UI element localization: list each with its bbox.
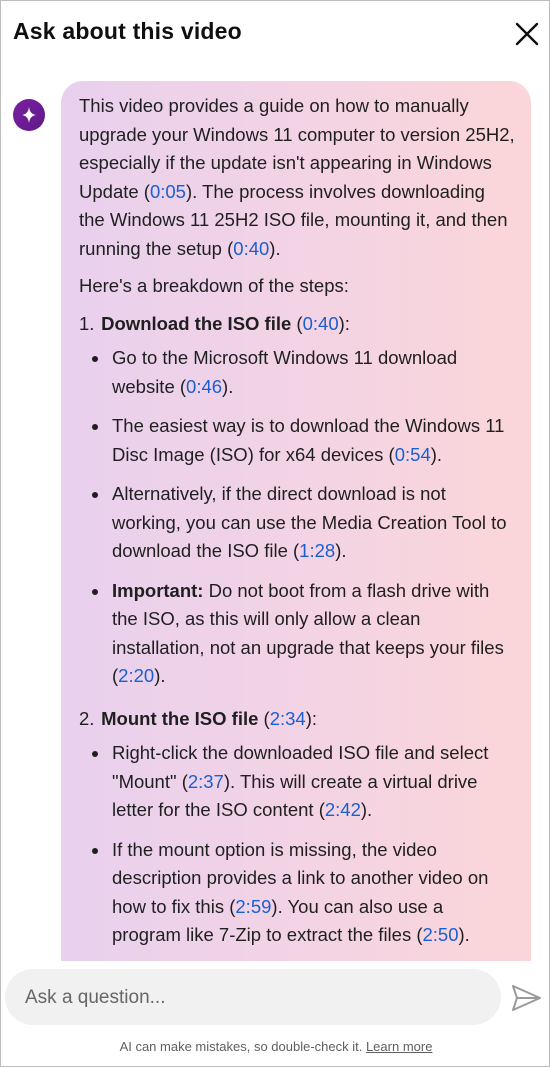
bullet-text: ). (430, 443, 443, 465)
timestamp-link[interactable]: 0:05 (150, 181, 186, 202)
gemini-avatar-icon (13, 99, 45, 131)
bullet-text: ). (335, 540, 347, 561)
bullet-text: The easiest way is to download the Windo… (112, 415, 505, 465)
step-bullets: Right-click the downloaded ISO file and … (79, 739, 515, 950)
step-item: 1. Download the ISO file (0:40): (79, 310, 515, 339)
disclaimer-footer: AI can make mistakes, so double-check it… (1, 1039, 550, 1054)
step-number: 1. (79, 312, 95, 334)
close-icon[interactable] (513, 20, 541, 48)
breakdown-text: Here's a breakdown of the steps: (79, 275, 349, 296)
timestamp-link[interactable]: 2:50 (423, 924, 459, 945)
intro-paragraph: This video provides a guide on how to ma… (79, 92, 515, 263)
question-input[interactable] (23, 969, 487, 1027)
send-icon[interactable] (509, 981, 543, 1015)
timestamp-link[interactable]: 1:28 (299, 540, 335, 561)
timestamp-link[interactable]: 0:40 (303, 313, 339, 334)
ai-response-bubble: This video provides a guide on how to ma… (61, 81, 531, 961)
timestamp-link[interactable]: 2:42 (325, 799, 361, 820)
intro-text: ). (269, 237, 281, 259)
bullet-text: ). (222, 375, 234, 397)
step-number: 2. (79, 707, 95, 729)
step-item: 2. Mount the ISO file (2:34): (79, 705, 515, 734)
step-title: Mount the ISO file (101, 707, 259, 729)
bullet-bold: Important: (112, 579, 204, 601)
bullet-text: ). (458, 924, 470, 945)
learn-more-link[interactable]: Learn more (366, 1039, 432, 1054)
timestamp-link[interactable]: 2:34 (270, 708, 306, 729)
timestamp-link[interactable]: 2:59 (235, 896, 271, 917)
step-bullets: Go to the Microsoft Windows 11 download … (79, 344, 515, 691)
list-item: The easiest way is to download the Windo… (79, 412, 515, 469)
bullet-text: ). (154, 665, 166, 686)
bullet-text: Go to the Microsoft Windows 11 download … (112, 347, 458, 397)
timestamp-link[interactable]: 0:40 (233, 238, 269, 259)
sparkle-icon (22, 107, 36, 123)
step-title: Download the ISO file (101, 312, 292, 334)
timestamp-link[interactable]: 2:20 (118, 665, 154, 686)
timestamp-link[interactable]: 0:46 (186, 376, 222, 397)
timestamp-link[interactable]: 2:37 (188, 771, 224, 792)
list-item: Important: Do not boot from a flash driv… (79, 577, 515, 691)
question-input-bar (5, 969, 501, 1027)
list-item: If the mount option is missing, the vide… (79, 836, 515, 950)
timestamp-link[interactable]: 0:54 (395, 444, 431, 465)
disclaimer-text: AI can make mistakes, so double-check it… (119, 1039, 366, 1054)
list-item: Alternatively, if the direct download is… (79, 480, 515, 566)
list-item: Right-click the downloaded ISO file and … (79, 739, 515, 825)
bullet-text: ). (360, 799, 373, 820)
list-item: Go to the Microsoft Windows 11 download … (79, 344, 515, 401)
panel-title: Ask about this video (13, 18, 242, 44)
panel-header: Ask about this video (1, 1, 550, 63)
